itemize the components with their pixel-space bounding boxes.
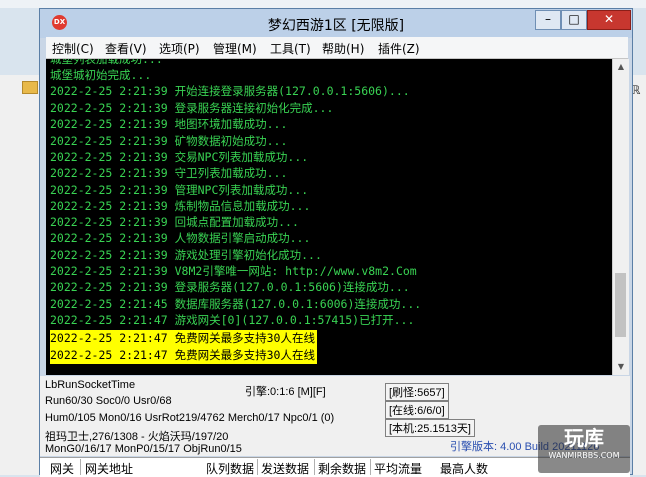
log-line: 2022-2-25 2:21:39 守卫列表加载成功... <box>50 166 288 180</box>
log-line: 2022-2-25 2:21:39 地图环境加载成功... <box>50 117 288 131</box>
log-console[interactable]: 城堡列表加载成功... 城堡城初始完成... 2022-2-25 2:21:39… <box>46 59 612 375</box>
close-button[interactable]: ✕ <box>587 10 631 30</box>
socket-time-label: LbRunSocketTime <box>45 379 136 391</box>
folder-icon <box>22 81 38 94</box>
mon-stats: MonG0/16/17 MonP0/15/17 ObjRun0/15 <box>45 443 242 455</box>
column-divider <box>314 459 315 475</box>
menu-help[interactable]: 帮助(H) <box>322 40 364 57</box>
log-line: 2022-2-25 2:21:39 管理NPC列表加载成功... <box>50 183 309 197</box>
column-divider <box>257 459 258 475</box>
col-average-traffic[interactable]: 平均流量 <box>374 460 422 477</box>
menu-options[interactable]: 选项(P) <box>159 40 200 57</box>
watermark-title: 玩库 <box>564 426 604 450</box>
log-line: 2022-2-25 2:21:39 开始连接登录服务器(127.0.0.1:56… <box>50 84 410 98</box>
log-line: 2022-2-25 2:21:39 矿物数据初始成功... <box>50 134 288 148</box>
col-send-data[interactable]: 发送数据 <box>261 460 309 477</box>
col-queue-data[interactable]: 队列数据 <box>206 460 254 477</box>
watermark-url: WANMIRBBS.COM <box>548 451 620 460</box>
scroll-up-icon[interactable]: ▲ <box>613 59 629 75</box>
menu-tools[interactable]: 工具(T) <box>270 40 311 57</box>
menu-control[interactable]: 控制(C) <box>52 40 94 57</box>
menu-manage[interactable]: 管理(M) <box>213 40 257 57</box>
refresh-monster-count: [刷怪:5657] <box>385 383 449 401</box>
col-gateway[interactable]: 网关 <box>50 460 74 477</box>
online-count: [在线:6/6/0] <box>385 401 449 419</box>
log-line: 2022-2-25 2:21:39 游戏处理引擎初始化成功... <box>50 248 322 262</box>
maximize-button[interactable]: □ <box>561 10 587 30</box>
log-line: 2022-2-25 2:21:39 人物数据引擎启动成功... <box>50 231 311 245</box>
scroll-down-icon[interactable]: ▼ <box>613 359 629 375</box>
col-gateway-address[interactable]: 网关地址 <box>85 460 133 477</box>
scroll-thumb[interactable] <box>615 273 626 337</box>
engine-status: 引擎:0:1:6 [M][F] <box>245 386 326 398</box>
log-line: 2022-2-25 2:21:47 游戏网关[0](127.0.0.1:5741… <box>50 313 415 327</box>
menu-plugins[interactable]: 插件(Z) <box>378 40 420 57</box>
title-bar[interactable]: DX 梦幻西游1区 [无限版] – □ ✕ <box>40 9 632 38</box>
column-divider <box>370 459 371 475</box>
console-scrollbar[interactable]: ▲ ▼ <box>612 59 629 375</box>
log-line: 2022-2-25 2:21:39 登录服务器连接初始化完成... <box>50 101 334 115</box>
log-line: 2022-2-25 2:21:39 炼制物品信息加载成功... <box>50 199 311 213</box>
col-remaining-data[interactable]: 剩余数据 <box>318 460 366 477</box>
log-line: 2022-2-25 2:21:39 登录服务器(127.0.0.1:5606)连… <box>50 280 410 294</box>
log-line: 2022-2-25 2:21:39 回城点配置加载成功... <box>50 215 299 229</box>
log-line: 2022-2-25 2:21:39 交易NPC列表加载成功... <box>50 150 309 164</box>
watermark-logo: 玩库 WANMIRBBS.COM <box>538 425 630 473</box>
menu-bar: 控制(C) 查看(V) 选项(P) 管理(M) 工具(T) 帮助(H) 插件(Z… <box>46 37 628 59</box>
boss-stats: 祖玛卫士,276/1308 - 火焰沃玛/197/20 <box>45 431 229 443</box>
log-line: 2022-2-25 2:21:39 V8M2引擎唯一网站: http://www… <box>50 264 417 278</box>
run-stats: Run60/30 Soc0/0 Usr0/68 <box>45 395 172 407</box>
log-line: 城堡城初始完成... <box>50 68 152 82</box>
background-window <box>0 75 43 475</box>
log-line-highlight: 2022-2-25 2:21:47 免费网关最多支持30人在线 <box>50 330 317 347</box>
log-line-highlight: 2022-2-25 2:21:47 免费网关最多支持30人在线 <box>50 347 317 364</box>
col-max-users[interactable]: 最高人数 <box>440 460 488 477</box>
menu-view[interactable]: 查看(V) <box>105 40 147 57</box>
log-line: 2022-2-25 2:21:45 数据库服务器(127.0.0.1:6006)… <box>50 297 422 311</box>
minimize-button[interactable]: – <box>535 10 561 30</box>
local-uptime: [本机:25.1513天] <box>385 419 475 437</box>
desktop-top-strip <box>0 0 646 8</box>
hum-stats: Hum0/105 Mon0/16 UsrRot219/4762 Merch0/1… <box>45 412 335 424</box>
column-divider <box>80 459 81 475</box>
